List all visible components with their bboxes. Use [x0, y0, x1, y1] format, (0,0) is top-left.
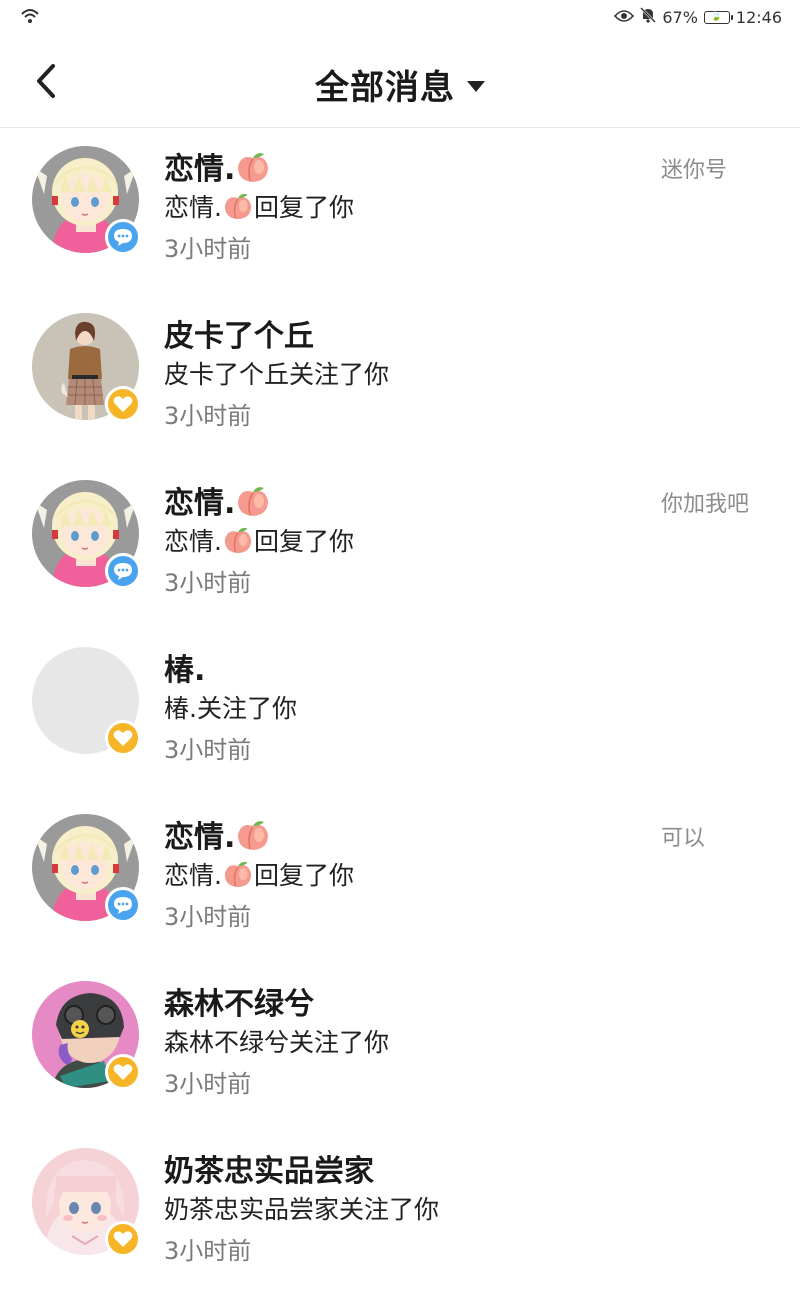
heart-icon [105, 720, 141, 756]
mute-bell-icon [640, 7, 657, 27]
user-name[interactable]: 皮卡了个丘 [164, 311, 314, 355]
heart-icon [105, 1054, 141, 1090]
reply-preview: 你加我吧 [661, 492, 750, 517]
reply-preview: 可以 [661, 826, 706, 851]
status-bar: 67% 🍃 12:46 [0, 0, 800, 34]
eye-icon [614, 8, 635, 27]
peach-emoji-icon [235, 819, 271, 859]
message-row[interactable]: 森林不绿兮 森林不绿兮关注了你 3小时前 [0, 963, 800, 1130]
filter-dropdown[interactable]: 全部消息 [0, 60, 800, 109]
timestamp: 3小时前 [164, 402, 252, 430]
message-row[interactable]: 恋情. 恋情. 回复了你 3小时前 迷你号 [0, 128, 800, 295]
wifi-icon [20, 7, 40, 29]
timestamp: 3小时前 [164, 903, 252, 931]
battery-icon: 🍃 [703, 10, 733, 24]
message-text: 恋情. 回复了你 [164, 856, 354, 894]
peach-emoji-icon [235, 485, 271, 525]
timestamp: 3小时前 [164, 235, 252, 263]
message-row[interactable]: 奶茶忠实品尝家 奶茶忠实品尝家关注了你 3小时前 [0, 1130, 800, 1297]
avatar[interactable] [32, 814, 141, 923]
message-text: 奶茶忠实品尝家关注了你 [164, 1195, 440, 1224]
message-row[interactable]: 恋情. 恋情. 回复了你 3小时前 你加我吧 [0, 462, 800, 629]
avatar[interactable] [32, 981, 141, 1090]
avatar[interactable] [32, 146, 141, 255]
timestamp: 3小时前 [164, 1237, 252, 1265]
heart-icon [105, 386, 141, 422]
timestamp: 3小时前 [164, 569, 252, 597]
user-name[interactable]: 椿. [164, 645, 205, 689]
avatar[interactable] [32, 647, 141, 756]
chevron-down-icon [467, 81, 485, 92]
message-text: 恋情. 回复了你 [164, 522, 354, 560]
user-name[interactable]: 恋情. [164, 144, 271, 191]
peach-emoji-icon [222, 526, 254, 560]
reply-preview: 迷你号 [661, 158, 728, 183]
heart-icon [105, 1221, 141, 1257]
comment-icon [105, 553, 141, 589]
comment-icon [105, 219, 141, 255]
avatar[interactable] [32, 480, 141, 589]
timestamp: 3小时前 [164, 736, 252, 764]
user-name[interactable]: 恋情. [164, 478, 271, 525]
battery-percent: 67% [662, 7, 698, 27]
clock: 12:46 [735, 7, 782, 27]
comment-icon [105, 887, 141, 923]
page-title: 全部消息 [315, 68, 455, 108]
user-name[interactable]: 奶茶忠实品尝家 [164, 1146, 374, 1190]
header: 全部消息 [0, 34, 800, 128]
message-list: 恋情. 恋情. 回复了你 3小时前 迷你号 皮卡了个丘 皮卡了个丘关注了你 3小时… [0, 128, 800, 1297]
avatar[interactable] [32, 313, 141, 422]
message-row[interactable]: 椿. 椿.关注了你 3小时前 [0, 629, 800, 796]
peach-emoji-icon [222, 860, 254, 894]
user-name[interactable]: 森林不绿兮 [164, 979, 314, 1023]
message-row[interactable]: 恋情. 恋情. 回复了你 3小时前 可以 [0, 796, 800, 963]
message-text: 恋情. 回复了你 [164, 188, 354, 226]
user-name[interactable]: 恋情. [164, 812, 271, 859]
message-row[interactable]: 皮卡了个丘 皮卡了个丘关注了你 3小时前 [0, 295, 800, 462]
message-text: 椿.关注了你 [164, 694, 297, 723]
message-text: 皮卡了个丘关注了你 [164, 360, 390, 389]
avatar[interactable] [32, 1148, 141, 1257]
peach-emoji-icon [222, 192, 254, 226]
timestamp: 3小时前 [164, 1070, 252, 1098]
message-text: 森林不绿兮关注了你 [164, 1028, 390, 1057]
peach-emoji-icon [235, 151, 271, 191]
